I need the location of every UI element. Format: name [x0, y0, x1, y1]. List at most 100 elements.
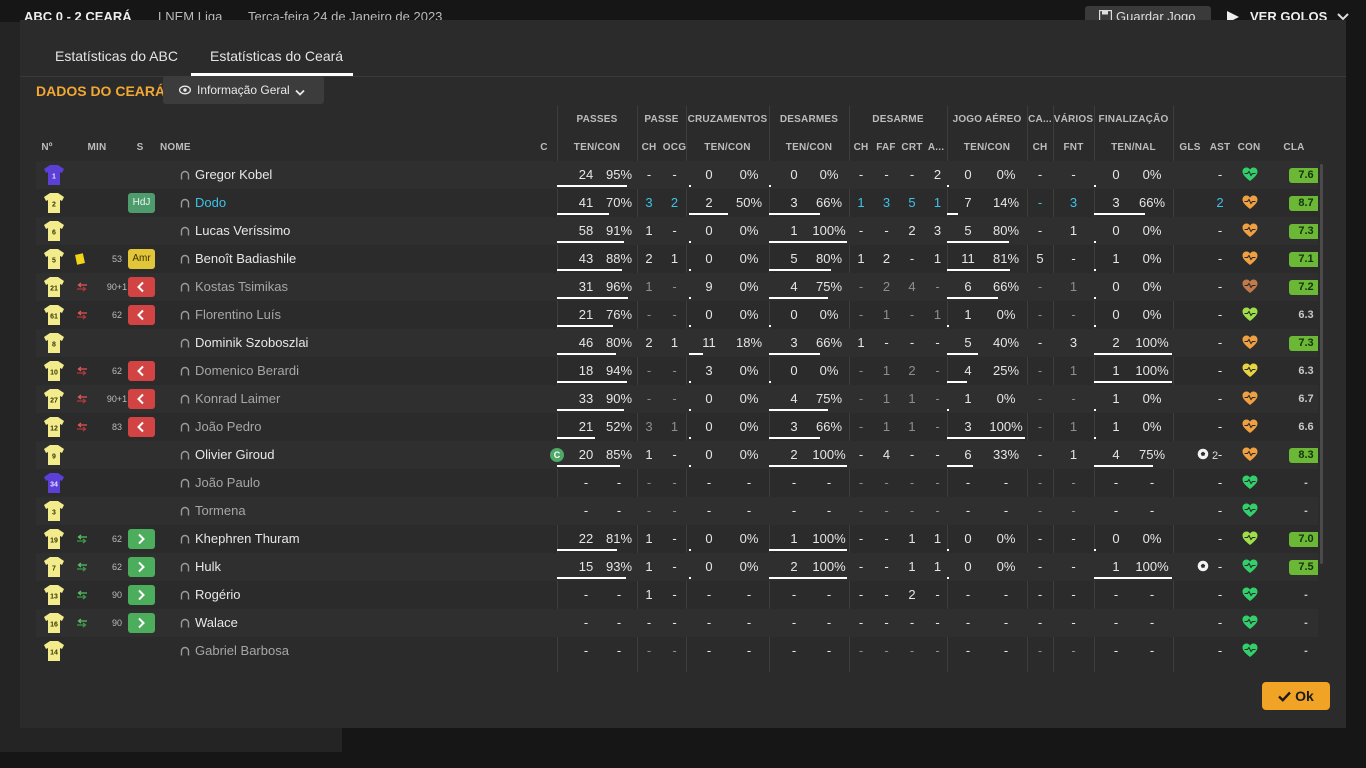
table-row[interactable]: 27 90+1 Konrad Laimer 33 90% - -0 0% 4 75% -1 1-1 0%… [36, 385, 1318, 413]
stat-cell: 0 [1112, 307, 1120, 322]
column-header[interactable]: A... [925, 142, 947, 153]
player-name-label: Konrad Laimer [195, 391, 281, 406]
player-name[interactable]: Khephren Thuram [180, 531, 300, 546]
stat-cell: 80% [992, 223, 1020, 238]
player-head-icon [180, 254, 190, 264]
stat-cell: 66% [815, 195, 843, 210]
stat-cell: - [791, 615, 797, 630]
player-name[interactable]: Hulk [180, 559, 221, 574]
player-name[interactable]: Dominik Szoboszlai [180, 335, 308, 350]
table-row[interactable]: 2 HdJ Dodo 41 70% 3 2 2 50% 3 66% 1 3 5 1 7 14% - 3 3 66% 2 8.… [36, 189, 1318, 217]
player-name[interactable]: João Paulo [180, 475, 260, 490]
stat-cell: - [1037, 503, 1043, 518]
player-name[interactable]: Gabriel Barbosa [180, 643, 289, 658]
substitution-on-icon [77, 618, 87, 628]
column-header[interactable]: CH [1027, 142, 1053, 153]
column-header[interactable]: C [536, 142, 552, 153]
view-select-dropdown[interactable]: Informação Geral [163, 76, 324, 104]
player-name[interactable]: Florentino Luís [180, 307, 281, 322]
column-header[interactable]: TEN/CON [947, 142, 1027, 153]
column-header[interactable]: CLA [1278, 142, 1310, 153]
table-row[interactable]: 34 João Paulo - - - - - - - - - - - - - - - - - - - - [36, 469, 1318, 497]
table-row[interactable]: 19 62 Khephren Thuram 22 81% 1-0 0% 1 100% - -1 1 0 0… [36, 525, 1318, 553]
column-header[interactable]: CON [1234, 142, 1264, 153]
table-row[interactable]: 3 Tormena - - - - - - - - - - - - - - - - - - - - [36, 497, 1318, 525]
success-rate-bar [769, 297, 828, 299]
shirt-icon: 61 [44, 305, 64, 325]
stat-cell: - [1037, 587, 1043, 602]
stat-cell: 0% [1142, 251, 1162, 266]
column-header[interactable]: OCG [662, 142, 687, 153]
player-name[interactable]: Tormena [180, 503, 246, 518]
table-row[interactable]: 16 90 Walace - - - - - - - - - - - - - - - - - - - - [36, 609, 1318, 637]
player-name[interactable]: João Pedro [180, 419, 262, 434]
column-header[interactable]: MIN [86, 142, 108, 153]
tab-ceara-stats[interactable]: Estatísticas do Ceará [210, 48, 343, 64]
stat-cell: 4 [1112, 447, 1120, 462]
table-row[interactable]: 10 62 Domenico Berardi 18 94% - -3 0% 0 0% -1 2-4 25… [36, 357, 1318, 385]
table-row[interactable]: 21 90+1 Kostas Tsimikas 31 96% 1-9 0% 4 75% -2 4-6… [36, 273, 1318, 301]
column-header[interactable]: AST [1207, 142, 1233, 153]
column-group-header: CRUZAMENTOS [687, 114, 768, 125]
column-header[interactable]: TEN/CON [686, 142, 769, 153]
success-rate-bar [557, 185, 627, 187]
column-header[interactable]: NOME [160, 142, 200, 153]
column-header[interactable]: CRT [899, 142, 925, 153]
stat-cell: - [884, 615, 889, 630]
svg-text:16: 16 [50, 622, 58, 629]
table-row[interactable]: 14 Gabriel Barbosa - - - - - - - - - - - - - - - - - - - - [36, 637, 1318, 665]
stat-cell: - [1071, 475, 1076, 490]
table-row[interactable]: 9 Olivier Giroud C 20 85% 1-0 0% 2 100% -4- -6 33% -… [36, 441, 1318, 469]
column-header[interactable]: CH [849, 142, 873, 153]
table-row[interactable]: 13 90 Rogério - -1- - - - - - -2- - - - - - - - - [36, 581, 1318, 609]
player-name[interactable]: Lucas Veríssimo [180, 223, 290, 238]
table-row[interactable]: 12 83 João Pedro 21 52% 3 1 0 0% 3 66% -1 1-3 100% -1 1… [36, 413, 1318, 441]
tab-abc-stats[interactable]: Estatísticas do ABC [55, 48, 178, 64]
condition-heart-icon [1242, 503, 1258, 517]
player-name[interactable]: Gregor Kobel [180, 167, 272, 182]
column-header[interactable]: Nº [36, 142, 58, 153]
player-name[interactable]: Walace [180, 615, 238, 630]
column-header[interactable]: GLS [1176, 142, 1204, 153]
table-scrollbar[interactable] [1320, 164, 1323, 564]
table-row[interactable]: 6 Lucas Veríssimo 58 91% 1-0 0% 1 100% - -2 3 5 80% -… [36, 217, 1318, 245]
table-row[interactable]: 8 Dominik Szoboszlai 46 80% 2 1 11 18% 3 66% 1- - -5… [36, 329, 1318, 357]
column-header[interactable]: FNT [1053, 142, 1094, 153]
player-name[interactable]: Benoît Badiashile [180, 251, 296, 266]
ok-button[interactable]: Ok [1262, 682, 1330, 710]
success-rate-bar [689, 297, 691, 299]
table-row[interactable]: 5 53 Amr Benoît Badiashile 43 88% 2 1 0 0% 5 80% 1 2-… [36, 245, 1318, 273]
player-head-icon [180, 618, 190, 628]
column-header[interactable]: TEN/NAL [1094, 142, 1173, 153]
column-header[interactable]: CH [637, 142, 661, 153]
stat-cell: 31 [578, 279, 594, 294]
player-head-icon [180, 646, 190, 656]
table-row[interactable]: 7 62 Hulk 15 93% 1-0 0% 2 100% - -1 1 0 0% - -1 100% -7.5 [36, 553, 1318, 581]
player-name[interactable]: Dodo [180, 195, 226, 210]
player-name[interactable]: Kostas Tsimikas [180, 279, 288, 294]
condition-heart-icon [1242, 643, 1258, 657]
player-name[interactable]: Konrad Laimer [180, 391, 280, 406]
stat-cell: 80% [815, 251, 843, 266]
player-name[interactable]: Rogério [180, 587, 241, 602]
column-header[interactable]: FAF [873, 142, 899, 153]
table-row[interactable]: 61 62 Florentino Luís 21 76% - -0 0% 0 0% -1-1 1 0% -… [36, 301, 1318, 329]
player-name[interactable]: Domenico Berardi [180, 363, 299, 378]
column-header[interactable]: S [136, 142, 144, 153]
chevron-right-icon [138, 561, 145, 573]
column-header[interactable]: TEN/CON [557, 142, 637, 153]
player-name[interactable]: Olivier Giroud [180, 447, 274, 462]
table-row[interactable]: 1 Gregor Kobel 24 95% - -0 0% 0 0% - - -2 0 0% - -0 0% -7… [36, 161, 1318, 189]
player-name-label: Olivier Giroud [195, 447, 275, 462]
stat-cell: - [583, 503, 589, 518]
success-rate-bar [947, 465, 973, 467]
stat-cell: 100% [1135, 335, 1169, 350]
stat-cell: 0 [705, 251, 713, 266]
stat-cell: 95% [605, 167, 633, 182]
column-header[interactable]: TEN/CON [769, 142, 849, 153]
stat-cell: - [672, 391, 677, 406]
stat-cell: - [858, 447, 864, 462]
shirt-icon: 2 [44, 193, 64, 213]
stat-cell: - [1037, 531, 1043, 546]
stat-cell: - [858, 363, 864, 378]
